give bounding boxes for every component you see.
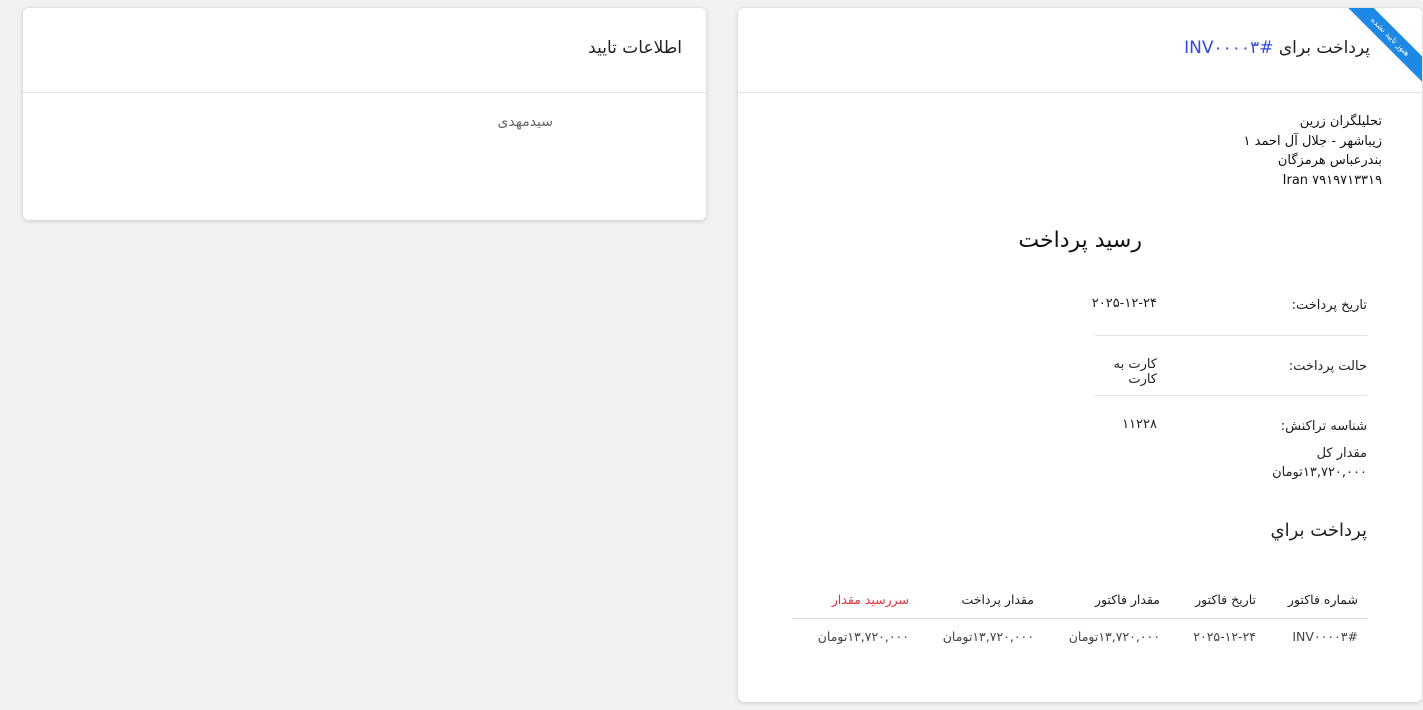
col-invoice-amount: مقدار فاکتور (1094, 592, 1160, 607)
company-name: تحلیلگران زرین (1299, 114, 1382, 129)
total-label: مقدار کل (1316, 446, 1367, 461)
col-invoice-date: تاریخ فاکتور (1195, 592, 1256, 607)
total-amount: مقدار کل ۱۳,۷۲۰,۰۰۰تومان (1272, 444, 1367, 482)
confirmation-card: اطلاعات تایید سیدمهدی (23, 8, 706, 220)
payment-mode-value: کارت به کارت (1113, 357, 1157, 387)
payment-header: پرداخت برای #INV۰۰۰۰۳ هنوز تایید نشده (738, 8, 1422, 93)
payment-card: پرداخت برای #INV۰۰۰۰۳ هنوز تایید نشده تح… (738, 8, 1422, 702)
confirmer-name: سیدمهدی (497, 114, 553, 130)
table-header: شماره فاکتور تاریخ فاکتور مقدار فاکتور م… (792, 582, 1368, 619)
table-row: #INV۰۰۰۰۳ ۲۰۲۵-۱۲-۲۴ ۱۳,۷۲۰,۰۰۰تومان ۱۳,… (792, 619, 1368, 655)
transaction-id-label: شناسه تراکنش: (1280, 419, 1367, 434)
receipt-title: رسید پرداخت (1018, 228, 1142, 253)
payment-date-row: تاریخ پرداخت: ۲۰۲۵-۱۲-۲۴ (1091, 290, 1367, 336)
address-street: زیباشهر - جلال آل احمد ۱ (1243, 133, 1382, 149)
transaction-id-value: ۱۱۲۲۸ (1122, 417, 1157, 432)
col-invoice-number: شماره فاکتور (1287, 592, 1358, 607)
payment-date-value: ۲۰۲۵-۱۲-۲۴ (1091, 296, 1157, 311)
payment-date-label: تاریخ پرداخت: (1291, 298, 1367, 313)
cell-invoice-number: #INV۰۰۰۰۳ (1292, 629, 1358, 644)
cell-invoice-date: ۲۰۲۵-۱۲-۲۴ (1193, 629, 1256, 644)
confirmation-header: اطلاعات تایید (23, 8, 706, 93)
invoice-table: شماره فاکتور تاریخ فاکتور مقدار فاکتور م… (792, 582, 1368, 655)
payment-mode-row: حالت پرداخت: کارت به کارت (1095, 351, 1367, 397)
col-amount-due: سررسید مقدار (831, 592, 909, 607)
divider (1095, 335, 1367, 336)
address-city: بندرعباس هرمزگان (1277, 153, 1382, 168)
payment-title: پرداخت برای #INV۰۰۰۰۳ (1184, 38, 1370, 58)
confirmation-title: اطلاعات تایید (588, 38, 682, 58)
col-payment-amount: مقدار پرداخت (961, 592, 1034, 607)
company-address: تحلیلگران زرین زیباشهر - جلال آل احمد ۱ … (1244, 112, 1382, 190)
address-postal: Iran ۷۹۱۹۷۱۳۳۱۹ (1282, 172, 1382, 188)
paid-for-heading: پرداخت براي (1270, 520, 1367, 541)
payment-title-prefix: پرداخت برای (1278, 38, 1370, 58)
cell-payment-amount: ۱۳,۷۲۰,۰۰۰تومان (942, 629, 1034, 644)
cell-invoice-amount: ۱۳,۷۲۰,۰۰۰تومان (1068, 629, 1160, 644)
total-value: ۱۳,۷۲۰,۰۰۰تومان (1272, 465, 1367, 480)
cell-amount-due: ۱۳,۷۲۰,۰۰۰تومان (817, 629, 909, 644)
payment-mode-label: حالت پرداخت: (1288, 359, 1367, 374)
divider (1095, 395, 1367, 396)
invoice-link[interactable]: #INV۰۰۰۰۳ (1184, 38, 1273, 58)
